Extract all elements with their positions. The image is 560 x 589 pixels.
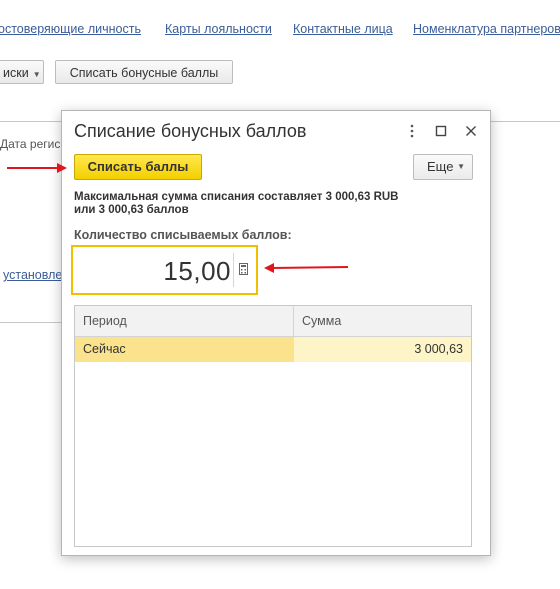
- info-line: Максимальная сумма списания составляет 3…: [74, 191, 399, 203]
- dropdown-button-label: иски: [3, 66, 29, 80]
- points-input[interactable]: 15,00: [71, 245, 258, 295]
- table-header: Период Сумма: [75, 306, 471, 337]
- writeoff-points-button[interactable]: Списать баллы: [74, 154, 202, 180]
- more-button-label: Еще: [427, 159, 454, 174]
- more-actions-icon[interactable]: [404, 123, 420, 139]
- red-arrow-icon: [7, 163, 67, 173]
- cell-period: Сейчас: [75, 337, 294, 362]
- points-field-label: Количество списываемых баллов:: [74, 228, 292, 242]
- link-partner-nomenclature[interactable]: Номенклатура партнеров: [413, 22, 560, 36]
- info-line: или 3 000,63 баллов: [74, 204, 189, 216]
- more-button[interactable]: Еще ▼: [413, 154, 473, 180]
- caret-down-icon: ▼: [457, 162, 465, 171]
- cell-amount: 3 000,63: [294, 337, 471, 362]
- caret-down-icon: ▼: [32, 70, 41, 79]
- max-sum-info: Максимальная сумма списания составляет 3…: [74, 191, 474, 217]
- separator: [233, 253, 234, 287]
- link-identity-documents[interactable]: остоверяющие личность: [0, 22, 141, 36]
- link-contact-persons[interactable]: Контактные лица: [293, 22, 393, 36]
- calculator-icon[interactable]: [238, 262, 250, 276]
- red-arrow-icon: [264, 263, 349, 273]
- dialog-title: Списание бонусных баллов: [74, 121, 307, 141]
- table-row[interactable]: Сейчас 3 000,63: [75, 337, 471, 362]
- points-input-value: 15,00: [163, 256, 231, 286]
- writeoff-bonus-button[interactable]: Списать бонусные баллы: [55, 60, 233, 84]
- divider: [0, 322, 62, 323]
- close-icon[interactable]: [463, 123, 479, 139]
- column-header-period[interactable]: Период: [75, 306, 294, 336]
- installed-link[interactable]: установле: [3, 268, 62, 282]
- date-label: Дата регис: [0, 137, 61, 151]
- dropdown-button[interactable]: иски ▼: [0, 60, 44, 84]
- writeoff-bonus-button-label: Списать бонусные баллы: [69, 66, 219, 80]
- column-header-amount[interactable]: Сумма: [294, 306, 471, 336]
- maximize-icon[interactable]: [433, 123, 449, 139]
- link-loyalty-cards[interactable]: Карты лояльности: [165, 22, 272, 36]
- writeoff-dialog: Списание бонусных баллов Списать баллы Е…: [61, 110, 491, 556]
- periods-table: Период Сумма Сейчас 3 000,63: [74, 305, 472, 547]
